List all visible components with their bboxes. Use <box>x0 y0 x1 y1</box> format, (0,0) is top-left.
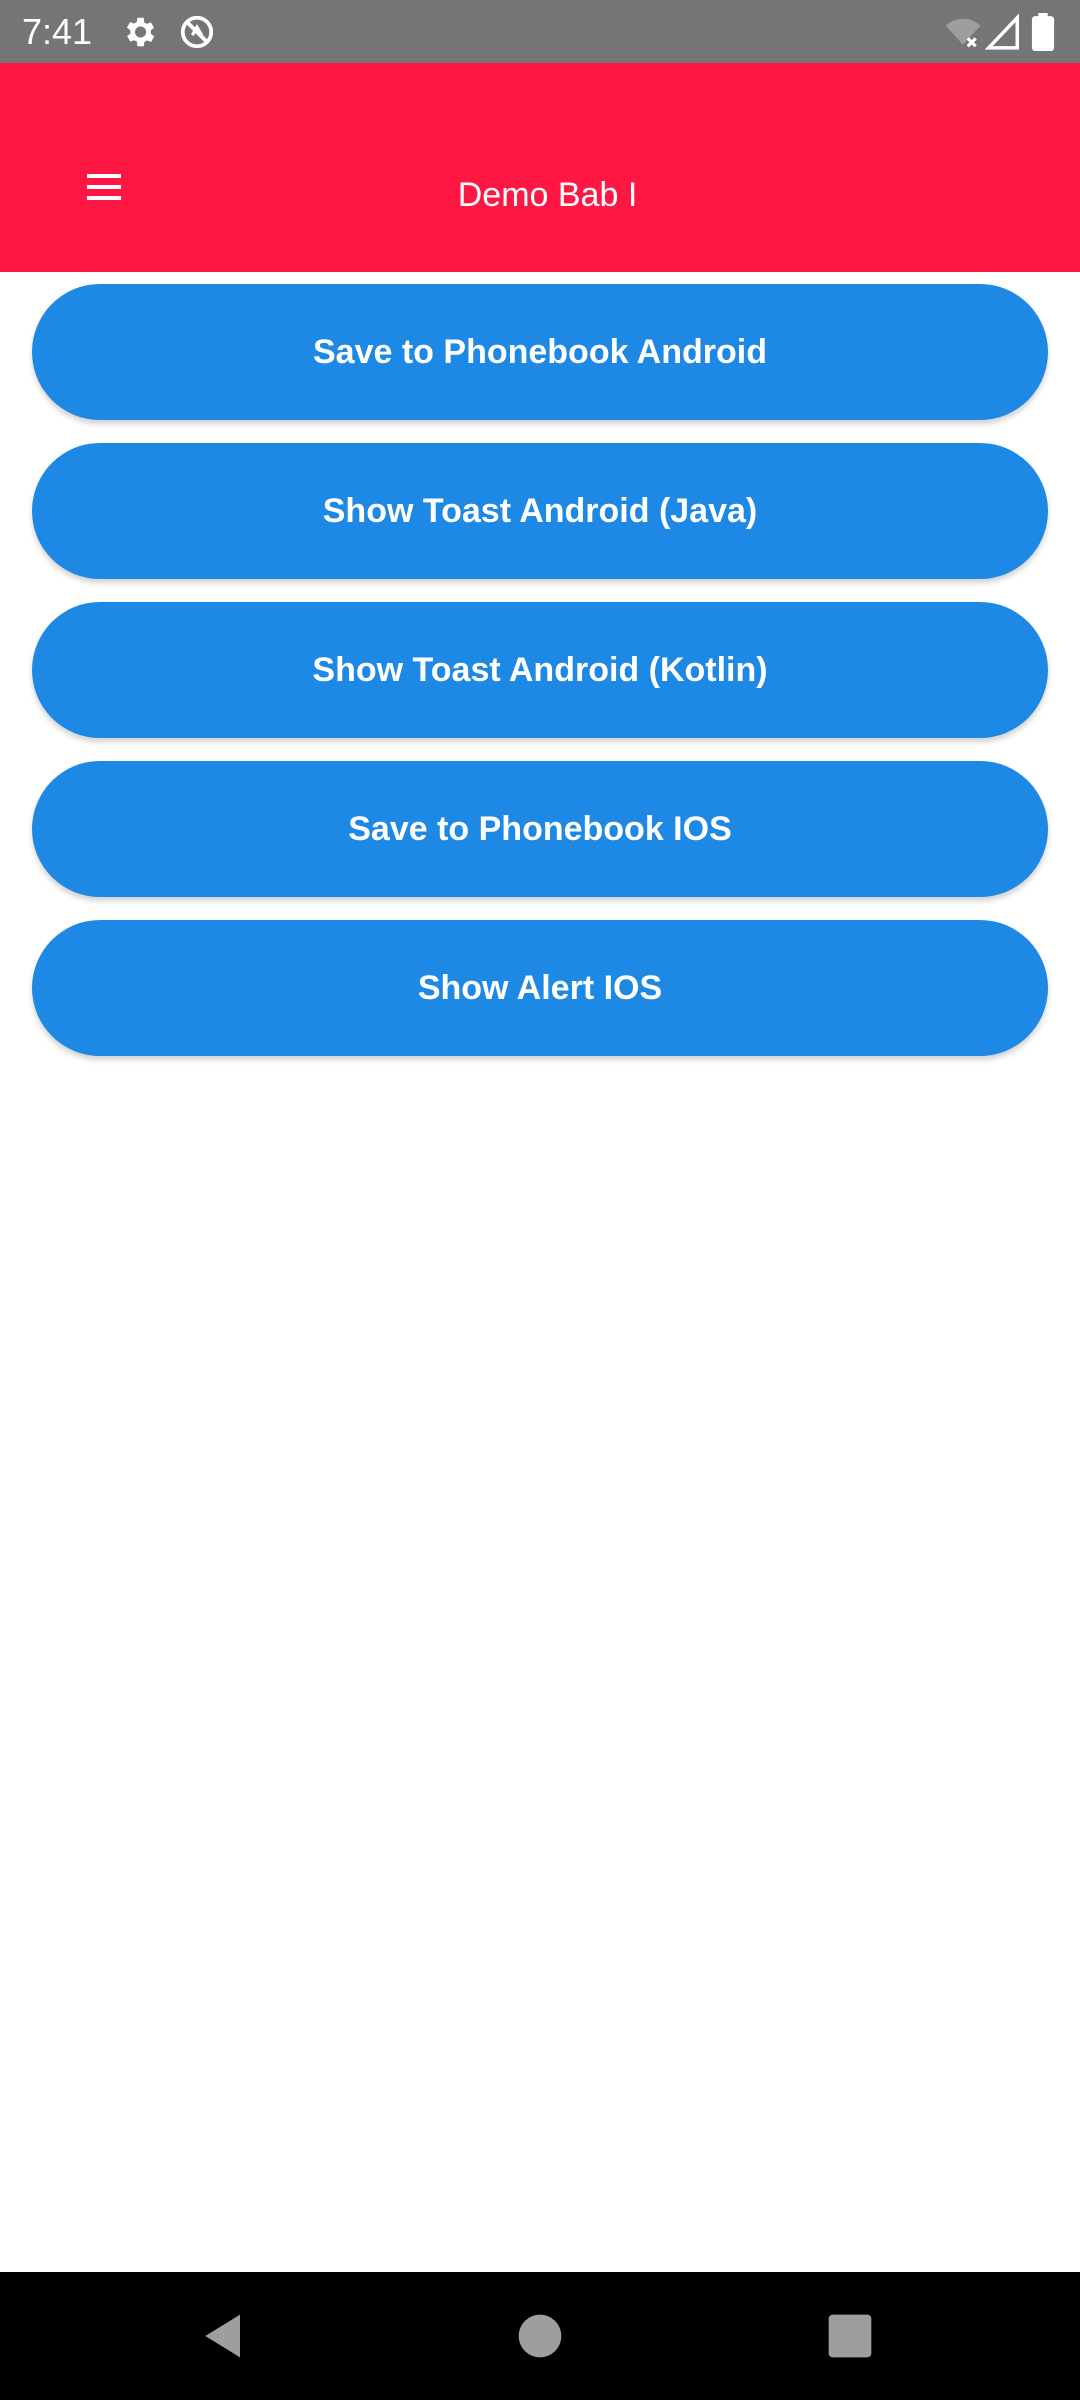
button-list: Save to Phonebook Android Show Toast And… <box>32 284 1048 1079</box>
status-time: 7:41 <box>22 11 93 52</box>
save-to-phonebook-ios-button[interactable]: Save to Phonebook IOS <box>32 761 1048 897</box>
battery-icon <box>1030 13 1056 51</box>
screen: 7:41 Demo Bab I Save to Phonebook Androi… <box>0 0 1080 2400</box>
status-bar: 7:41 <box>0 0 1080 63</box>
show-toast-android-java-button[interactable]: Show Toast Android (Java) <box>32 443 1048 579</box>
wifi-off-icon <box>944 13 982 51</box>
gear-icon <box>120 13 158 51</box>
back-icon[interactable] <box>192 2304 256 2368</box>
app-bar: Demo Bab I <box>0 63 1080 272</box>
show-alert-ios-button[interactable]: Show Alert IOS <box>32 920 1048 1056</box>
menu-button[interactable] <box>76 159 132 215</box>
navigation-bar <box>0 2272 1080 2400</box>
signal-icon <box>984 13 1022 51</box>
home-icon[interactable] <box>508 2304 572 2368</box>
save-to-phonebook-android-button[interactable]: Save to Phonebook Android <box>32 284 1048 420</box>
app-title: Demo Bab I <box>457 176 638 214</box>
hamburger-menu-icon <box>87 172 121 202</box>
recents-icon[interactable] <box>818 2304 882 2368</box>
no-sync-icon <box>178 13 216 51</box>
show-toast-android-kotlin-button[interactable]: Show Toast Android (Kotlin) <box>32 602 1048 738</box>
